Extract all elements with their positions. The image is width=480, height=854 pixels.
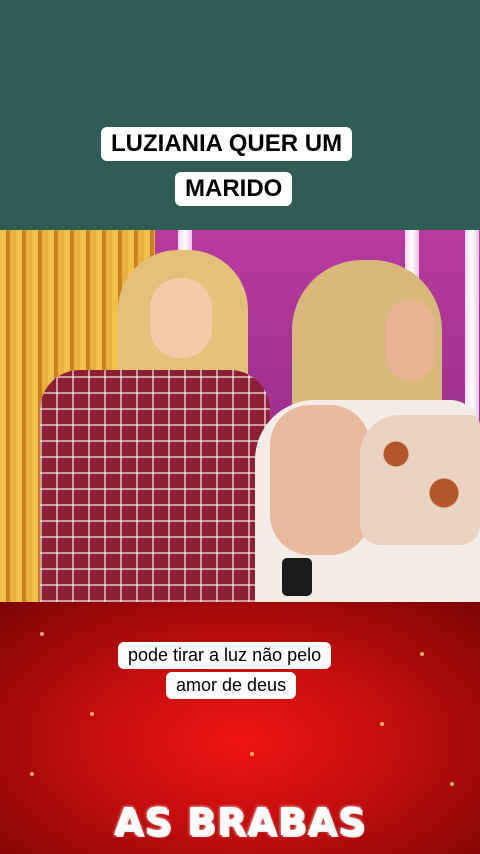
title-line-2: MARIDO (175, 172, 293, 206)
subtitle-line-1: pode tirar a luz não pelo (118, 642, 332, 669)
guest-bare-back (270, 405, 370, 555)
microphone-pack (282, 558, 312, 596)
host-tweed-jacket (40, 370, 270, 602)
title-line-1: LUZIANIA QUER UM (101, 127, 353, 161)
subtitle-line-2: amor de deus (166, 672, 297, 699)
video-frame[interactable] (0, 230, 480, 602)
brand-logo-text: AS BRABAS (113, 800, 367, 844)
host-face (150, 278, 212, 358)
guest-face (385, 300, 435, 380)
guest-dress-pattern (360, 415, 480, 545)
